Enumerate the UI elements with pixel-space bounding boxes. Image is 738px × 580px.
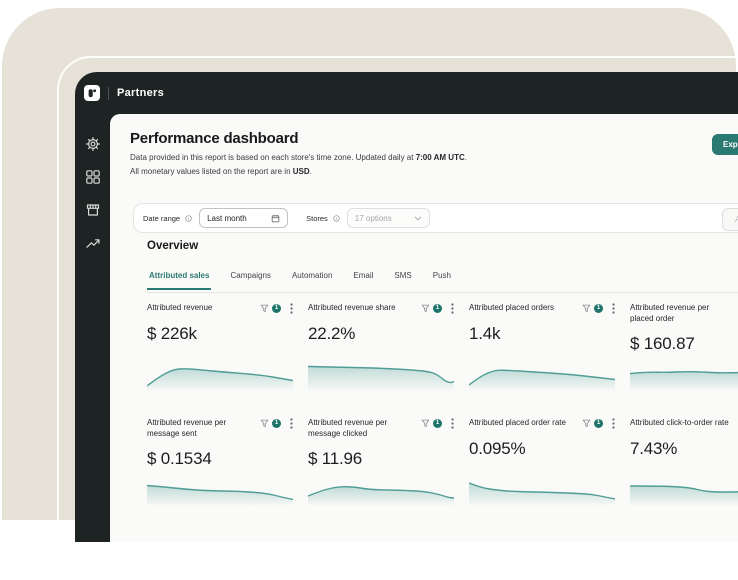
kebab-menu-icon[interactable] xyxy=(290,303,293,314)
page-description: Data provided in this report is based on… xyxy=(130,151,467,178)
metric-card: Attributed revenue per message sent 1 $ … xyxy=(147,413,293,505)
metric-value: 22.2% xyxy=(308,324,356,343)
metric-label: Attributed revenue per placed order xyxy=(630,303,710,323)
kebab-menu-icon[interactable] xyxy=(451,303,454,314)
metric-card: Attributed placed orders 1 1.4k xyxy=(469,298,615,390)
filter-count-badge: 1 xyxy=(272,304,281,313)
metric-card: Attributed revenue per message clicked 1… xyxy=(308,413,454,505)
filter-funnel-icon[interactable] xyxy=(582,419,591,428)
filter-count-badge: 1 xyxy=(272,419,281,428)
date-range-value: Last month xyxy=(207,213,247,223)
metric-label: Attributed revenue per message sent xyxy=(147,418,227,438)
filter-funnel-icon[interactable] xyxy=(260,419,269,428)
stores-label: Stores xyxy=(306,213,328,223)
page-title: Performance dashboard xyxy=(130,130,299,147)
sparkline-chart xyxy=(630,360,738,390)
filter-count-badge: 1 xyxy=(594,419,603,428)
filter-funnel-icon[interactable] xyxy=(260,304,269,313)
metric-value: $ 11.96 xyxy=(308,449,363,468)
metric-label: Attributed click-to-order rate xyxy=(630,418,729,427)
tab-attributed-sales[interactable]: Attributed sales xyxy=(147,271,212,290)
filter-count-badge: 1 xyxy=(594,304,603,313)
info-icon[interactable] xyxy=(333,214,340,222)
stores-select[interactable]: 17 options xyxy=(346,208,430,228)
metric-label: Attributed revenue per message clicked xyxy=(308,418,388,438)
metric-value: $ 160.87 xyxy=(630,334,695,353)
header-divider xyxy=(108,86,109,100)
metric-card: Attributed click-to-order rate 1 7.43% xyxy=(630,413,738,505)
metric-label: Attributed placed orders xyxy=(469,303,554,312)
metric-cards-grid: Attributed revenue 1 $ 226k Attributed r… xyxy=(147,298,738,505)
chevron-down-icon xyxy=(414,216,422,221)
filter-funnel-icon[interactable] xyxy=(421,304,430,313)
gear-icon[interactable] xyxy=(85,136,101,152)
stores-value: 17 options xyxy=(354,213,392,223)
brand-name: Partners xyxy=(117,87,165,99)
metric-value: 7.43% xyxy=(630,439,678,458)
metric-card: Attributed revenue per placed order 1 $ … xyxy=(630,298,738,390)
tabs-divider xyxy=(147,292,738,293)
sparkline-chart xyxy=(308,360,454,390)
tab-sms[interactable]: SMS xyxy=(392,271,413,290)
metric-card: Attributed placed order rate 1 0.095% xyxy=(469,413,615,505)
metric-label: Attributed revenue xyxy=(147,303,213,312)
info-icon[interactable] xyxy=(185,214,192,222)
metric-label: Attributed placed order rate xyxy=(469,418,566,427)
filter-bar: Date range Last month Stores 17 options … xyxy=(133,203,738,233)
date-range-label: Date range xyxy=(143,213,181,223)
filter-count-badge: 1 xyxy=(433,419,442,428)
sparkline-chart xyxy=(469,475,615,505)
tab-email[interactable]: Email xyxy=(351,271,375,290)
trend-icon[interactable] xyxy=(85,235,101,251)
sparkline-chart xyxy=(469,360,615,390)
overview-heading: Overview xyxy=(147,240,199,252)
metric-value: 0.095% xyxy=(469,439,526,458)
tab-bar: Attributed sales Campaigns Automation Em… xyxy=(147,271,453,290)
filter-funnel-icon[interactable] xyxy=(582,304,591,313)
sparkline-chart xyxy=(147,475,293,505)
filter-count-badge: 1 xyxy=(433,304,442,313)
kebab-menu-icon[interactable] xyxy=(451,418,454,429)
kebab-menu-icon[interactable] xyxy=(290,418,293,429)
metric-card: Attributed revenue share 1 22.2% xyxy=(308,298,454,390)
sidebar xyxy=(75,114,110,542)
calendar-icon xyxy=(271,214,280,223)
sparkline-chart xyxy=(630,475,738,505)
sparkline-chart xyxy=(147,360,293,390)
dashboard-panel: Performance dashboard Data provided in t… xyxy=(110,114,738,542)
export-button[interactable]: Export xyxy=(712,134,738,155)
tab-push[interactable]: Push xyxy=(431,271,453,290)
app-window: Partners Performance dashboard Data prov… xyxy=(75,72,738,542)
grid-icon[interactable] xyxy=(85,169,101,185)
metric-label: Attributed revenue share xyxy=(308,303,396,312)
store-icon[interactable] xyxy=(85,202,101,218)
metric-value: $ 0.1534 xyxy=(147,449,212,468)
kebab-menu-icon[interactable] xyxy=(612,303,615,314)
metric-value: $ 226k xyxy=(147,324,197,343)
tab-campaigns[interactable]: Campaigns xyxy=(228,271,272,290)
brand-logo-icon xyxy=(84,85,100,101)
filter-funnel-icon[interactable] xyxy=(421,419,430,428)
desc-line1: Data provided in this report is based on… xyxy=(130,153,467,162)
metric-value: 1.4k xyxy=(469,324,501,343)
apply-button[interactable]: Apply xyxy=(722,208,738,231)
date-range-select[interactable]: Last month xyxy=(199,208,289,228)
sparkline-chart xyxy=(308,475,454,505)
desc-line2: All monetary values listed on the report… xyxy=(130,166,312,176)
kebab-menu-icon[interactable] xyxy=(612,418,615,429)
metric-card: Attributed revenue 1 $ 226k xyxy=(147,298,293,390)
tab-automation[interactable]: Automation xyxy=(290,271,334,290)
app-header: Partners xyxy=(75,72,738,114)
